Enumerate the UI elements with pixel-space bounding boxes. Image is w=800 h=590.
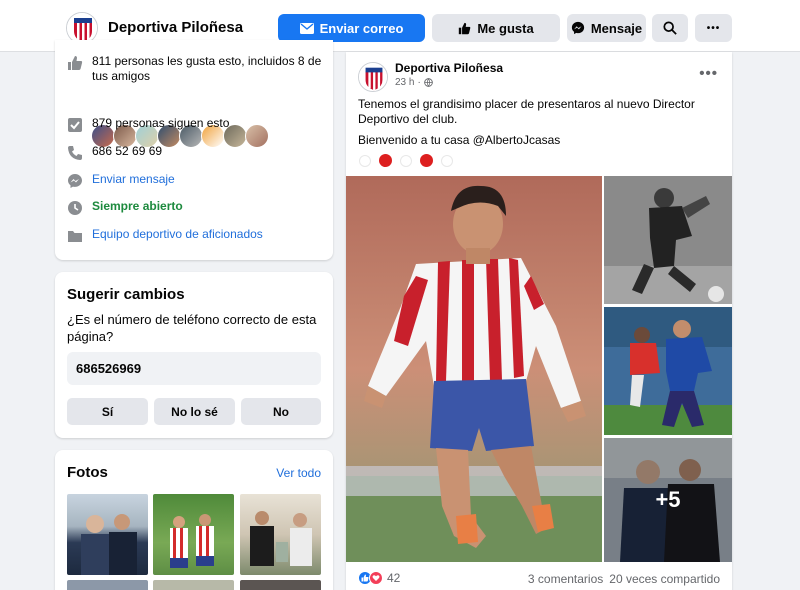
post-emoji-row [359, 154, 453, 167]
checkbox-icon [68, 118, 82, 132]
post-stats: 3 comentarios 20 veces compartido [528, 572, 720, 586]
photos-title: Fotos [67, 464, 108, 481]
envelope-icon [299, 22, 314, 34]
messenger-icon [571, 21, 584, 35]
post-text-line: Tenemos el grandisimo placer de presenta… [358, 97, 695, 126]
send-message-link[interactable]: Enviar mensaje [67, 172, 175, 189]
post-photo-2[interactable] [604, 176, 732, 304]
photo-thumbnail[interactable] [153, 580, 234, 590]
reaction-icons [358, 571, 383, 585]
about-card: 811 personas les gusta esto, incluidos 8… [55, 40, 333, 260]
post-time-text: 23 h [395, 77, 415, 88]
phone-text: 686 52 69 69 [92, 144, 163, 158]
no-button[interactable]: No [241, 398, 321, 425]
post-reactions[interactable]: 42 [358, 571, 400, 585]
message-label: Mensaje [590, 20, 643, 36]
thumbs-up-icon [459, 22, 471, 34]
post-photo-3[interactable] [604, 307, 732, 435]
post-timestamp[interactable]: 23 h · [395, 77, 433, 88]
comments-count-link[interactable]: 3 comentarios [528, 572, 603, 586]
shares-count-link[interactable]: 20 veces compartido [609, 572, 720, 586]
message-button[interactable]: Mensaje [567, 14, 646, 42]
post-author-avatar[interactable] [358, 62, 388, 92]
post-main-photo[interactable] [346, 176, 602, 562]
category-label: Equipo deportivo de aficionados [92, 227, 263, 241]
page-title[interactable]: Deportiva Piloñesa [108, 19, 243, 36]
like-button[interactable]: Me gusta [432, 14, 560, 42]
see-all-link[interactable]: Ver todo [276, 466, 321, 480]
photo-thumbnail[interactable] [240, 494, 321, 575]
search-button[interactable] [652, 14, 688, 42]
followers-info: 879 personas siguen esto [67, 116, 229, 133]
messenger-icon [68, 174, 82, 188]
send-message-label: Enviar mensaje [92, 172, 175, 186]
hours-text: Siempre abierto [92, 199, 183, 213]
suggest-changes-card: Sugerir cambios ¿Es el número de teléfon… [55, 272, 333, 438]
post-photo-4[interactable]: +5 [604, 438, 732, 562]
photos-card: Fotos Ver todo [55, 450, 333, 590]
hours-info: Siempre abierto [67, 199, 183, 216]
more-options-button[interactable]: ••• [695, 14, 732, 42]
photo-thumbnail[interactable] [67, 580, 148, 590]
phone-info: 686 52 69 69 [67, 144, 162, 161]
more-photos-overlay[interactable]: +5 [604, 438, 732, 562]
white-circle-icon [400, 154, 412, 167]
suggest-title: Sugerir cambios [67, 286, 185, 303]
post-body: Tenemos el grandisimo placer de presenta… [358, 97, 718, 154]
white-circle-icon [359, 154, 371, 167]
search-icon [663, 21, 677, 35]
phone-value-box: 686526969 [67, 352, 321, 385]
clock-icon [68, 201, 82, 215]
folder-icon [68, 231, 82, 242]
phone-icon [68, 146, 82, 160]
post-card: Deportiva Piloñesa 23 h · ••• Tenemos el… [346, 52, 732, 590]
red-circle-icon [420, 154, 433, 167]
photo-thumbnail[interactable] [67, 494, 148, 575]
white-circle-icon [441, 154, 453, 167]
like-label: Me gusta [477, 20, 534, 36]
likes-text: 811 personas les gusta esto, incluidos 8… [92, 54, 322, 83]
dont-know-button[interactable]: No lo sé [154, 398, 235, 425]
suggest-question: ¿Es el número de teléfono correcto de es… [67, 312, 317, 344]
more-label: ••• [706, 22, 721, 34]
red-circle-icon [379, 154, 392, 167]
globe-icon [423, 78, 433, 87]
reaction-count: 42 [387, 571, 401, 585]
thumbs-up-icon [68, 56, 83, 70]
photo-thumbnail[interactable] [240, 580, 321, 590]
post-mention-text: Bienvenido a tu casa @AlbertoJcasas [358, 133, 561, 147]
category-link[interactable]: Equipo deportivo de aficionados [67, 227, 263, 244]
photo-thumbnail[interactable] [153, 494, 234, 575]
send-email-label: Enviar correo [319, 20, 404, 36]
yes-button[interactable]: Sí [67, 398, 148, 425]
send-email-button[interactable]: Enviar correo [278, 14, 425, 42]
love-reaction-icon [369, 571, 383, 585]
post-text-line: Bienvenido a tu casa @AlbertoJcasas [358, 133, 718, 148]
avatar[interactable] [245, 124, 269, 148]
post-author-name[interactable]: Deportiva Piloñesa [395, 61, 503, 75]
likes-info: 811 personas les gusta esto, incluidos 8… [67, 54, 322, 84]
post-options-button[interactable]: ••• [699, 65, 718, 82]
followers-text: 879 personas siguen esto [92, 116, 230, 130]
